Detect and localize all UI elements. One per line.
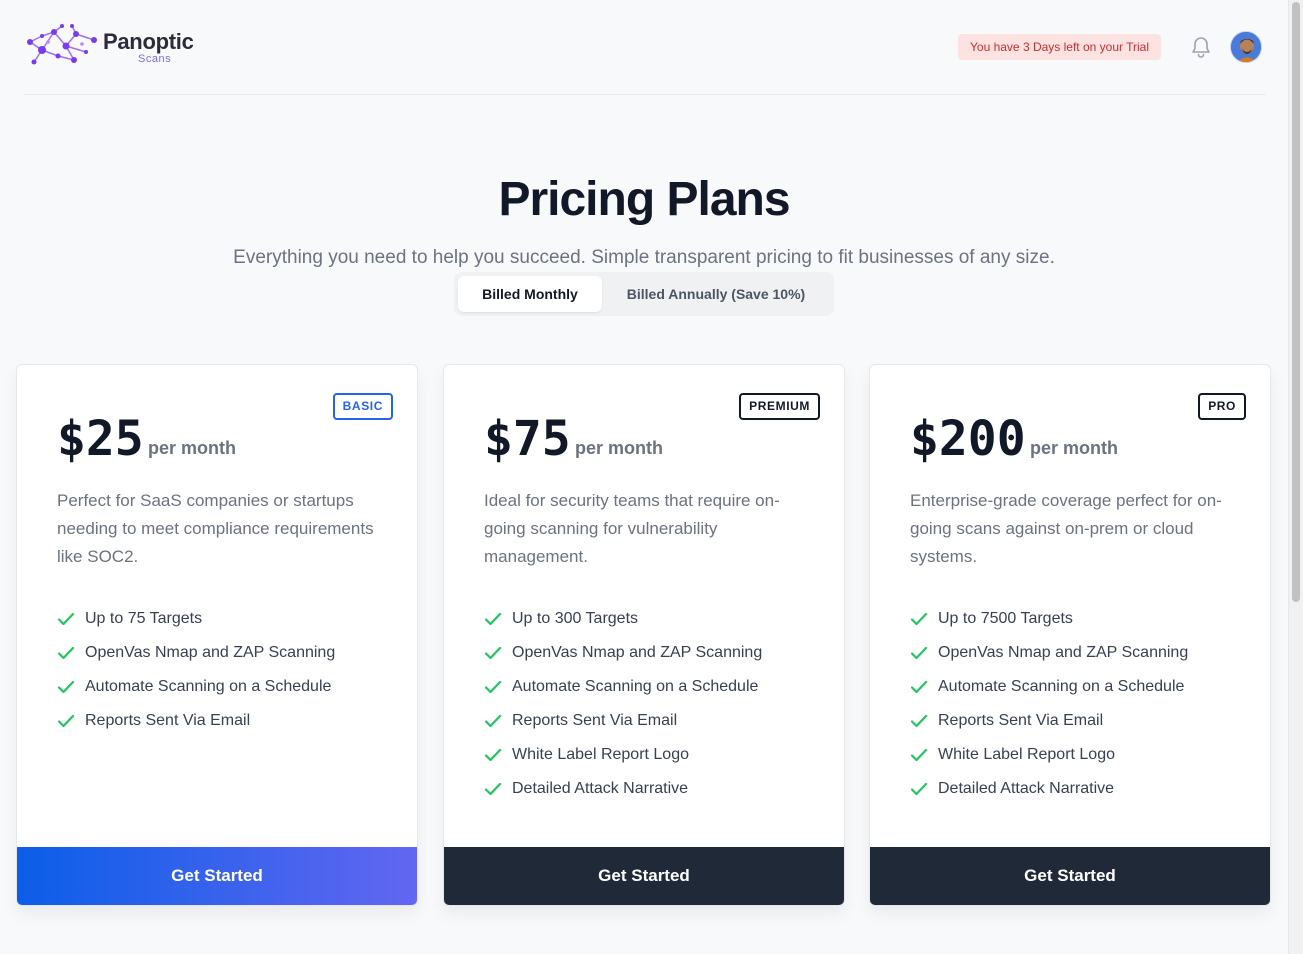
- plan-feature: Automate Scanning on a Schedule: [57, 675, 335, 709]
- feature-label: Up to 75 Targets: [85, 610, 203, 627]
- feature-label: Detailed Attack Narrative: [938, 780, 1115, 797]
- plan-feature: Up to 7500 Targets: [910, 607, 1188, 641]
- check-icon: [57, 714, 75, 728]
- check-icon: [484, 680, 502, 694]
- plan-feature: Up to 300 Targets: [484, 607, 762, 641]
- plan-feature: OpenVas Nmap and ZAP Scanning: [484, 641, 762, 675]
- plan-feature: Automate Scanning on a Schedule: [910, 675, 1188, 709]
- feature-label: OpenVas Nmap and ZAP Scanning: [512, 644, 763, 661]
- plan-card-premium: PREMIUM $75 per month Ideal for security…: [443, 364, 845, 906]
- feature-label: Reports Sent Via Email: [938, 712, 1104, 729]
- check-icon: [57, 680, 75, 694]
- plan-feature: OpenVas Nmap and ZAP Scanning: [910, 641, 1188, 675]
- billed-annually-option[interactable]: Billed Annually (Save 10%): [604, 276, 828, 312]
- plan-feature: White Label Report Logo: [484, 743, 762, 777]
- plan-price: $75: [484, 411, 571, 467]
- feature-label: Up to 300 Targets: [512, 610, 639, 627]
- feature-label: White Label Report Logo: [512, 746, 689, 763]
- plan-feature: Reports Sent Via Email: [484, 709, 762, 743]
- plan-description: Perfect for SaaS companies or startups n…: [57, 491, 374, 566]
- feature-label: Up to 7500 Targets: [938, 610, 1073, 627]
- check-icon: [484, 646, 502, 660]
- plan-card-basic: BASIC $25 per month Perfect for SaaS com…: [16, 364, 418, 906]
- user-avatar[interactable]: [1230, 31, 1262, 63]
- top-header: Panoptic Scans You have 3 Days left on y…: [24, 0, 1265, 95]
- plan-feature: Reports Sent Via Email: [910, 709, 1188, 743]
- plan-feature: Up to 75 Targets: [57, 607, 335, 641]
- feature-label: Detailed Attack Narrative: [512, 780, 689, 797]
- check-icon: [910, 612, 928, 626]
- scrollbar-thumb[interactable]: [1292, 2, 1300, 602]
- feature-label: Automate Scanning on a Schedule: [512, 678, 759, 695]
- billed-monthly-option[interactable]: Billed Monthly: [458, 276, 602, 312]
- plan-description: Enterprise-grade coverage perfect for on…: [910, 491, 1222, 566]
- plan-feature: White Label Report Logo: [910, 743, 1188, 777]
- check-icon: [484, 612, 502, 626]
- feature-label: White Label Report Logo: [938, 746, 1115, 763]
- check-icon: [910, 680, 928, 694]
- plan-price: $200: [910, 411, 1026, 467]
- plan-period: per month: [148, 438, 236, 458]
- network-nodes-icon: [27, 24, 97, 65]
- plan-feature: Detailed Attack Narrative: [910, 777, 1188, 811]
- plan-period: per month: [575, 438, 663, 458]
- plan-feature: Reports Sent Via Email: [57, 709, 335, 743]
- brand-logo[interactable]: Panoptic Scans: [24, 22, 224, 72]
- page-title: Pricing Plans: [498, 173, 790, 226]
- check-icon: [910, 646, 928, 660]
- plan-feature-list: Up to 300 Targets OpenVas Nmap and ZAP S…: [484, 607, 762, 811]
- check-icon: [484, 782, 502, 796]
- get-started-button[interactable]: Get Started: [870, 847, 1270, 905]
- check-icon: [57, 612, 75, 626]
- check-icon: [484, 714, 502, 728]
- plan-feature-list: Up to 7500 Targets OpenVas Nmap and ZAP …: [910, 607, 1188, 811]
- feature-label: Automate Scanning on a Schedule: [85, 678, 332, 695]
- feature-label: Reports Sent Via Email: [85, 712, 251, 729]
- feature-label: Reports Sent Via Email: [512, 712, 678, 729]
- get-started-button[interactable]: Get Started: [17, 847, 417, 905]
- check-icon: [484, 748, 502, 762]
- check-icon: [57, 646, 75, 660]
- feature-label: Automate Scanning on a Schedule: [938, 678, 1185, 695]
- plan-card-pro: PRO $200 per month Enterprise-grade cove…: [869, 364, 1271, 906]
- check-icon: [910, 782, 928, 796]
- plan-feature: Detailed Attack Narrative: [484, 777, 762, 811]
- plan-price: $25: [57, 411, 144, 467]
- page-scrollbar[interactable]: [1288, 0, 1303, 954]
- check-icon: [910, 748, 928, 762]
- check-icon: [910, 714, 928, 728]
- page-subtitle: Everything you need to help you succeed.…: [233, 247, 1055, 268]
- bell-icon[interactable]: [1190, 35, 1212, 59]
- plan-feature-list: Up to 75 Targets OpenVas Nmap and ZAP Sc…: [57, 607, 335, 743]
- brand-name: Panoptic: [103, 29, 194, 54]
- feature-label: OpenVas Nmap and ZAP Scanning: [85, 644, 336, 661]
- plan-description: Ideal for security teams that require on…: [484, 491, 780, 566]
- plan-badge: BASIC: [332, 393, 393, 420]
- brand-subtitle: Scans: [138, 53, 172, 65]
- plan-feature: Automate Scanning on a Schedule: [484, 675, 762, 709]
- get-started-button[interactable]: Get Started: [444, 847, 844, 905]
- plan-badge: PREMIUM: [739, 393, 820, 420]
- billing-toggle: Billed Monthly Billed Annually (Save 10%…: [454, 272, 834, 316]
- trial-notice-badge: You have 3 Days left on your Trial: [958, 34, 1161, 60]
- feature-label: OpenVas Nmap and ZAP Scanning: [938, 644, 1189, 661]
- plan-period: per month: [1030, 438, 1118, 458]
- plan-badge: PRO: [1198, 393, 1246, 420]
- plan-feature: OpenVas Nmap and ZAP Scanning: [57, 641, 335, 675]
